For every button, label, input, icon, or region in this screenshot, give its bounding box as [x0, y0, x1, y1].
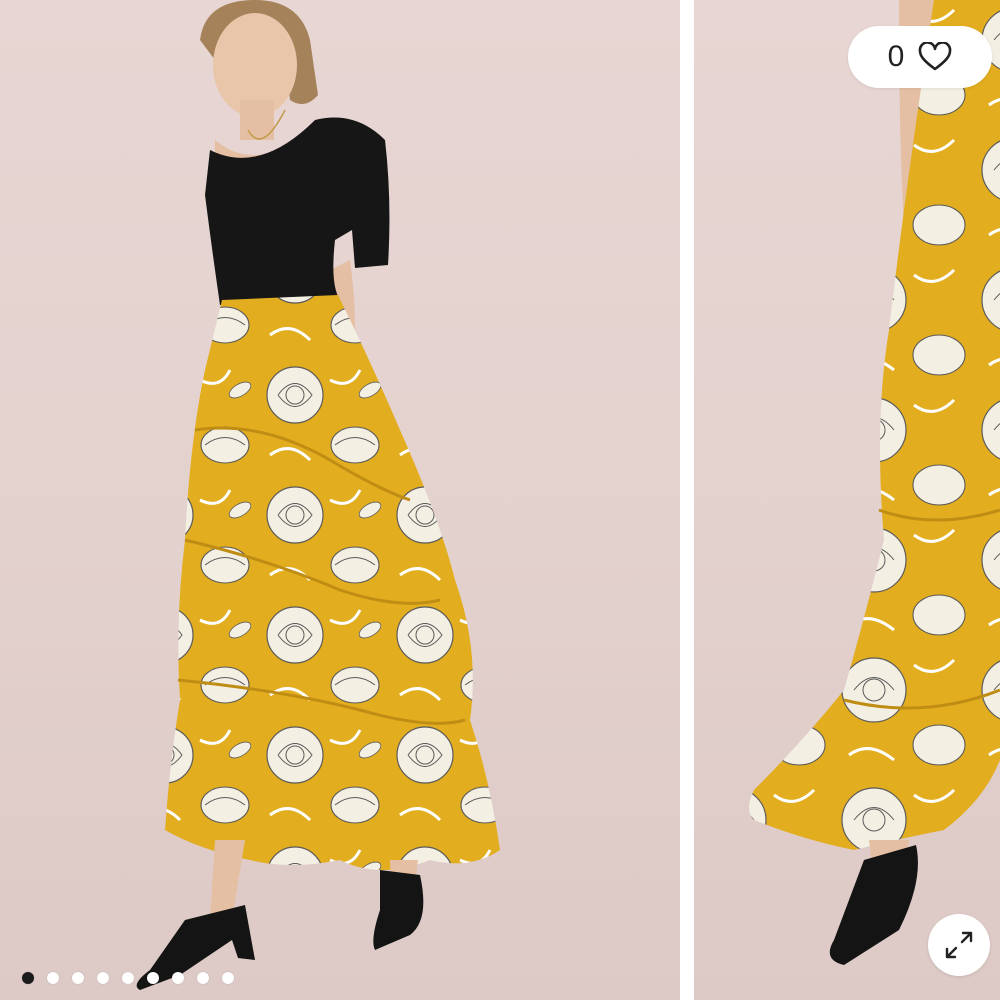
- carousel-dot-2[interactable]: [47, 972, 59, 984]
- expand-arrows-icon: [945, 931, 973, 959]
- carousel-dot-8[interactable]: [197, 972, 209, 984]
- favorite-button[interactable]: 0: [848, 26, 992, 88]
- favorite-count: 0: [887, 40, 905, 73]
- product-image-next[interactable]: [694, 0, 1000, 1000]
- carousel-dot-4[interactable]: [97, 972, 109, 984]
- heart-outline-icon: [919, 42, 952, 71]
- expand-image-button[interactable]: [928, 914, 990, 976]
- model-full-length-photo: [136, 0, 500, 990]
- carousel-dot-9[interactable]: [222, 972, 234, 984]
- carousel-dot-6[interactable]: [147, 972, 159, 984]
- product-image-main[interactable]: [0, 0, 680, 1000]
- carousel-dot-5[interactable]: [122, 972, 134, 984]
- model-skirt-detail-photo: [749, 0, 1000, 965]
- carousel-pagination: [22, 970, 234, 986]
- carousel-dot-1[interactable]: [22, 972, 34, 984]
- carousel-dot-3[interactable]: [72, 972, 84, 984]
- carousel-dot-7[interactable]: [172, 972, 184, 984]
